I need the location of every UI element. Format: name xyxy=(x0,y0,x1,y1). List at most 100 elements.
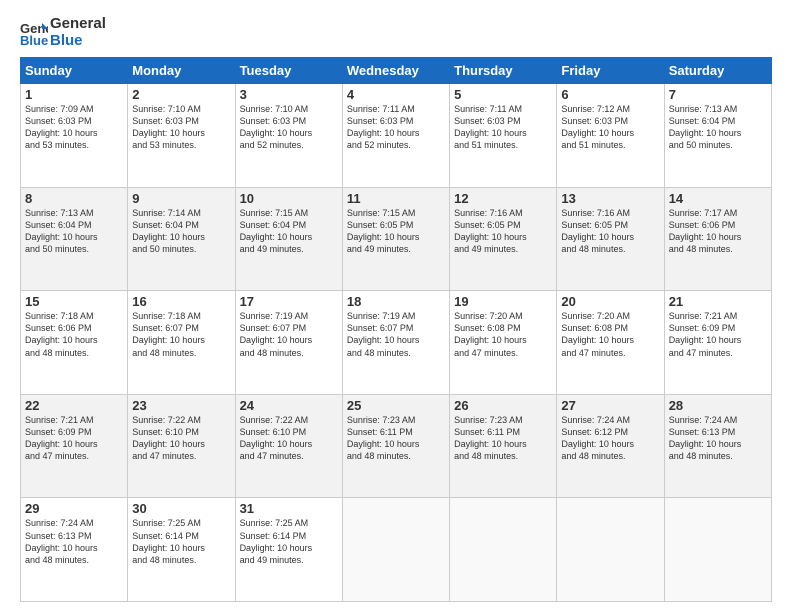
day-info: Sunrise: 7:16 AM Sunset: 6:05 PM Dayligh… xyxy=(454,207,552,256)
day-cell: 20Sunrise: 7:20 AM Sunset: 6:08 PM Dayli… xyxy=(557,291,664,395)
logo-general: General xyxy=(50,16,106,33)
day-info: Sunrise: 7:24 AM Sunset: 6:13 PM Dayligh… xyxy=(669,414,767,463)
day-cell: 10Sunrise: 7:15 AM Sunset: 6:04 PM Dayli… xyxy=(235,187,342,291)
day-cell: 3Sunrise: 7:10 AM Sunset: 6:03 PM Daylig… xyxy=(235,84,342,188)
day-number: 13 xyxy=(561,191,659,206)
day-number: 12 xyxy=(454,191,552,206)
day-cell: 17Sunrise: 7:19 AM Sunset: 6:07 PM Dayli… xyxy=(235,291,342,395)
week-row-4: 22Sunrise: 7:21 AM Sunset: 6:09 PM Dayli… xyxy=(21,394,772,498)
day-number: 29 xyxy=(25,501,123,516)
weekday-header-thursday: Thursday xyxy=(450,58,557,84)
day-cell: 14Sunrise: 7:17 AM Sunset: 6:06 PM Dayli… xyxy=(664,187,771,291)
day-info: Sunrise: 7:24 AM Sunset: 6:13 PM Dayligh… xyxy=(25,517,123,566)
day-number: 14 xyxy=(669,191,767,206)
day-number: 18 xyxy=(347,294,445,309)
day-cell: 26Sunrise: 7:23 AM Sunset: 6:11 PM Dayli… xyxy=(450,394,557,498)
day-cell: 13Sunrise: 7:16 AM Sunset: 6:05 PM Dayli… xyxy=(557,187,664,291)
day-number: 16 xyxy=(132,294,230,309)
day-number: 27 xyxy=(561,398,659,413)
weekday-header-row: SundayMondayTuesdayWednesdayThursdayFrid… xyxy=(21,58,772,84)
day-number: 11 xyxy=(347,191,445,206)
logo: General Blue General Blue xyxy=(20,16,106,49)
day-info: Sunrise: 7:19 AM Sunset: 6:07 PM Dayligh… xyxy=(347,310,445,359)
day-info: Sunrise: 7:25 AM Sunset: 6:14 PM Dayligh… xyxy=(240,517,338,566)
day-info: Sunrise: 7:17 AM Sunset: 6:06 PM Dayligh… xyxy=(669,207,767,256)
day-number: 1 xyxy=(25,87,123,102)
day-cell: 11Sunrise: 7:15 AM Sunset: 6:05 PM Dayli… xyxy=(342,187,449,291)
day-info: Sunrise: 7:25 AM Sunset: 6:14 PM Dayligh… xyxy=(132,517,230,566)
weekday-header-saturday: Saturday xyxy=(664,58,771,84)
day-info: Sunrise: 7:14 AM Sunset: 6:04 PM Dayligh… xyxy=(132,207,230,256)
day-number: 3 xyxy=(240,87,338,102)
day-number: 17 xyxy=(240,294,338,309)
day-info: Sunrise: 7:18 AM Sunset: 6:07 PM Dayligh… xyxy=(132,310,230,359)
calendar-table: SundayMondayTuesdayWednesdayThursdayFrid… xyxy=(20,57,772,602)
day-info: Sunrise: 7:13 AM Sunset: 6:04 PM Dayligh… xyxy=(669,103,767,152)
day-info: Sunrise: 7:24 AM Sunset: 6:12 PM Dayligh… xyxy=(561,414,659,463)
day-info: Sunrise: 7:21 AM Sunset: 6:09 PM Dayligh… xyxy=(669,310,767,359)
logo-icon: General Blue xyxy=(20,19,48,47)
day-number: 21 xyxy=(669,294,767,309)
day-cell: 29Sunrise: 7:24 AM Sunset: 6:13 PM Dayli… xyxy=(21,498,128,602)
day-cell: 15Sunrise: 7:18 AM Sunset: 6:06 PM Dayli… xyxy=(21,291,128,395)
week-row-3: 15Sunrise: 7:18 AM Sunset: 6:06 PM Dayli… xyxy=(21,291,772,395)
header: General Blue General Blue xyxy=(20,16,772,49)
day-info: Sunrise: 7:20 AM Sunset: 6:08 PM Dayligh… xyxy=(454,310,552,359)
day-info: Sunrise: 7:22 AM Sunset: 6:10 PM Dayligh… xyxy=(132,414,230,463)
day-cell: 7Sunrise: 7:13 AM Sunset: 6:04 PM Daylig… xyxy=(664,84,771,188)
day-info: Sunrise: 7:23 AM Sunset: 6:11 PM Dayligh… xyxy=(454,414,552,463)
day-info: Sunrise: 7:23 AM Sunset: 6:11 PM Dayligh… xyxy=(347,414,445,463)
day-number: 31 xyxy=(240,501,338,516)
day-cell: 31Sunrise: 7:25 AM Sunset: 6:14 PM Dayli… xyxy=(235,498,342,602)
day-cell: 21Sunrise: 7:21 AM Sunset: 6:09 PM Dayli… xyxy=(664,291,771,395)
day-number: 8 xyxy=(25,191,123,206)
day-cell: 30Sunrise: 7:25 AM Sunset: 6:14 PM Dayli… xyxy=(128,498,235,602)
weekday-header-friday: Friday xyxy=(557,58,664,84)
day-cell xyxy=(450,498,557,602)
weekday-header-wednesday: Wednesday xyxy=(342,58,449,84)
day-number: 28 xyxy=(669,398,767,413)
day-number: 26 xyxy=(454,398,552,413)
day-cell: 25Sunrise: 7:23 AM Sunset: 6:11 PM Dayli… xyxy=(342,394,449,498)
day-cell: 1Sunrise: 7:09 AM Sunset: 6:03 PM Daylig… xyxy=(21,84,128,188)
day-info: Sunrise: 7:22 AM Sunset: 6:10 PM Dayligh… xyxy=(240,414,338,463)
day-info: Sunrise: 7:16 AM Sunset: 6:05 PM Dayligh… xyxy=(561,207,659,256)
day-info: Sunrise: 7:19 AM Sunset: 6:07 PM Dayligh… xyxy=(240,310,338,359)
day-number: 7 xyxy=(669,87,767,102)
day-number: 19 xyxy=(454,294,552,309)
day-number: 30 xyxy=(132,501,230,516)
day-number: 23 xyxy=(132,398,230,413)
day-info: Sunrise: 7:13 AM Sunset: 6:04 PM Dayligh… xyxy=(25,207,123,256)
day-number: 25 xyxy=(347,398,445,413)
day-cell: 22Sunrise: 7:21 AM Sunset: 6:09 PM Dayli… xyxy=(21,394,128,498)
day-info: Sunrise: 7:10 AM Sunset: 6:03 PM Dayligh… xyxy=(240,103,338,152)
day-cell: 19Sunrise: 7:20 AM Sunset: 6:08 PM Dayli… xyxy=(450,291,557,395)
day-info: Sunrise: 7:18 AM Sunset: 6:06 PM Dayligh… xyxy=(25,310,123,359)
day-info: Sunrise: 7:11 AM Sunset: 6:03 PM Dayligh… xyxy=(454,103,552,152)
day-cell: 12Sunrise: 7:16 AM Sunset: 6:05 PM Dayli… xyxy=(450,187,557,291)
day-cell xyxy=(557,498,664,602)
day-cell xyxy=(664,498,771,602)
week-row-1: 1Sunrise: 7:09 AM Sunset: 6:03 PM Daylig… xyxy=(21,84,772,188)
day-info: Sunrise: 7:20 AM Sunset: 6:08 PM Dayligh… xyxy=(561,310,659,359)
day-cell xyxy=(342,498,449,602)
day-number: 4 xyxy=(347,87,445,102)
calendar-page: General Blue General Blue SundayMondayTu… xyxy=(0,0,792,612)
day-info: Sunrise: 7:09 AM Sunset: 6:03 PM Dayligh… xyxy=(25,103,123,152)
day-number: 10 xyxy=(240,191,338,206)
svg-text:Blue: Blue xyxy=(20,33,48,47)
day-number: 20 xyxy=(561,294,659,309)
day-cell: 5Sunrise: 7:11 AM Sunset: 6:03 PM Daylig… xyxy=(450,84,557,188)
day-number: 2 xyxy=(132,87,230,102)
day-cell: 18Sunrise: 7:19 AM Sunset: 6:07 PM Dayli… xyxy=(342,291,449,395)
day-cell: 8Sunrise: 7:13 AM Sunset: 6:04 PM Daylig… xyxy=(21,187,128,291)
weekday-header-sunday: Sunday xyxy=(21,58,128,84)
week-row-2: 8Sunrise: 7:13 AM Sunset: 6:04 PM Daylig… xyxy=(21,187,772,291)
day-number: 15 xyxy=(25,294,123,309)
day-number: 22 xyxy=(25,398,123,413)
day-cell: 2Sunrise: 7:10 AM Sunset: 6:03 PM Daylig… xyxy=(128,84,235,188)
day-number: 24 xyxy=(240,398,338,413)
day-cell: 16Sunrise: 7:18 AM Sunset: 6:07 PM Dayli… xyxy=(128,291,235,395)
day-info: Sunrise: 7:12 AM Sunset: 6:03 PM Dayligh… xyxy=(561,103,659,152)
logo-blue: Blue xyxy=(50,33,106,50)
